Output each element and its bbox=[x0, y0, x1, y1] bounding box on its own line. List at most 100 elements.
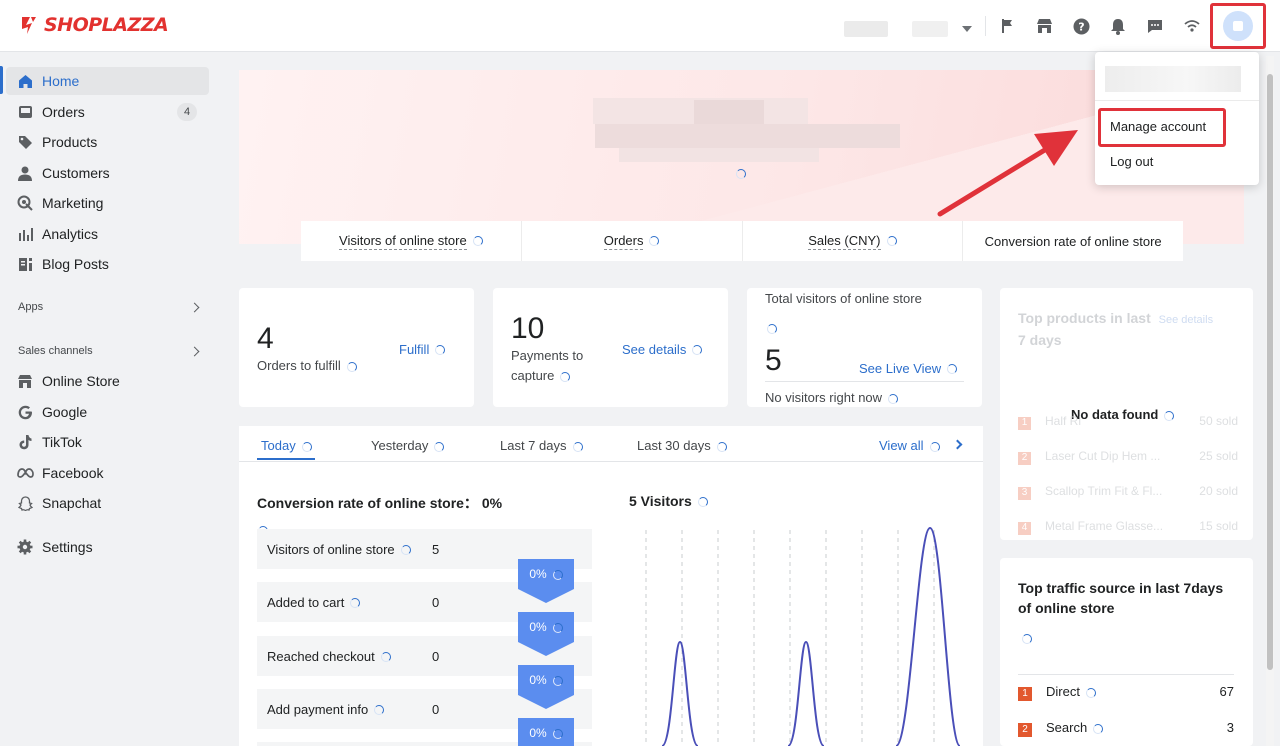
sidebar-item-tiktok[interactable]: TikTok bbox=[6, 428, 209, 456]
traffic-row-search: 2 Search 3 bbox=[1018, 720, 1234, 737]
sidebar-item-settings[interactable]: Settings bbox=[6, 533, 209, 561]
home-icon bbox=[16, 72, 34, 90]
stat-sales[interactable]: Sales (CNY) bbox=[743, 221, 964, 261]
tab-label: Today bbox=[261, 438, 296, 453]
store-selector[interactable] bbox=[824, 18, 972, 40]
product-sold: 50 sold bbox=[1199, 414, 1238, 428]
rank-badge: 2 bbox=[1018, 723, 1032, 737]
log-out-item[interactable]: Log out bbox=[1110, 154, 1153, 169]
loading-spinner bbox=[380, 652, 391, 663]
sidebar-item-label: Orders bbox=[42, 104, 85, 120]
fulfill-link[interactable]: Fulfill bbox=[399, 341, 446, 357]
loading-spinner bbox=[374, 705, 385, 716]
flag-icon[interactable] bbox=[996, 14, 1020, 38]
sidebar-item-label: Analytics bbox=[42, 226, 99, 242]
annotation-arrow-icon bbox=[937, 130, 1078, 217]
account-name-redacted bbox=[1105, 66, 1241, 92]
stat-visitors[interactable]: Visitors of online store bbox=[301, 221, 522, 261]
stat-orders[interactable]: Orders bbox=[522, 221, 743, 261]
sidebar-item-analytics[interactable]: Analytics bbox=[6, 220, 209, 248]
sidebar-item-orders[interactable]: Orders 4 bbox=[6, 98, 209, 126]
view-all-link[interactable]: View all bbox=[879, 438, 940, 453]
bell-icon[interactable] bbox=[1106, 14, 1130, 38]
product-sold: 25 sold bbox=[1199, 449, 1238, 463]
traffic-title-2: of online store bbox=[1018, 600, 1115, 616]
loading-spinner bbox=[929, 441, 940, 452]
sidebar-item-facebook[interactable]: Facebook bbox=[6, 459, 209, 487]
chevron-right-icon[interactable] bbox=[952, 439, 963, 450]
stat-label: Orders bbox=[603, 232, 644, 250]
see-details-label: See details bbox=[622, 342, 687, 357]
sidebar-item-label: Online Store bbox=[42, 373, 120, 389]
apps-section[interactable]: Apps bbox=[18, 301, 204, 313]
loading-spinner bbox=[434, 441, 445, 452]
funnel-rate-label: 0% bbox=[529, 726, 547, 740]
stat-conversion[interactable]: Conversion rate of online store bbox=[963, 221, 1183, 261]
tab-today[interactable]: Today bbox=[261, 438, 312, 453]
store-icon[interactable] bbox=[1032, 14, 1056, 38]
sidebar-item-marketing[interactable]: Marketing bbox=[6, 189, 209, 217]
traffic-source-name: Direct bbox=[1046, 684, 1080, 699]
active-indicator bbox=[0, 66, 3, 94]
funnel-rate-arrow: 0% bbox=[518, 665, 574, 709]
conversion-title: Conversion rate of online store： 0% bbox=[257, 495, 503, 511]
loading-spinner bbox=[947, 364, 958, 375]
banner-subtitle-redacted bbox=[595, 124, 900, 148]
tab-yesterday[interactable]: Yesterday bbox=[371, 438, 445, 453]
sidebar-item-label: Facebook bbox=[42, 465, 104, 481]
sidebar-item-online-store[interactable]: Online Store bbox=[6, 367, 209, 395]
help-icon[interactable]: ? bbox=[1069, 14, 1093, 38]
product-name: Scallop Trim Fit & Fl... bbox=[1045, 484, 1163, 498]
sidebar-item-customers[interactable]: Customers bbox=[6, 159, 209, 187]
marketing-icon bbox=[16, 194, 34, 212]
orders-to-fulfill-card: 4 Orders to fulfill Fulfill bbox=[239, 288, 474, 407]
sidebar-item-products[interactable]: Products bbox=[6, 128, 209, 156]
loading-spinner bbox=[552, 675, 563, 686]
funnel-rate-arrow: 0% bbox=[518, 559, 574, 603]
see-live-view-link[interactable]: See Live View bbox=[859, 360, 958, 376]
product-name: Laser Cut Dip Hem ... bbox=[1045, 449, 1161, 463]
funnel-row-value: 5 bbox=[432, 541, 440, 557]
divider bbox=[1095, 100, 1259, 101]
funnel-row-label: Visitors of online store bbox=[267, 541, 395, 557]
manage-account-highlight bbox=[1098, 108, 1226, 147]
traffic-source-name: Search bbox=[1046, 720, 1088, 735]
brand-name: SHOPLAZZA bbox=[44, 14, 169, 36]
rank-badge: 4 bbox=[1018, 522, 1031, 535]
funnel-rate-arrow: 0% bbox=[518, 612, 574, 656]
funnel-rate-arrow: 0% bbox=[518, 718, 574, 746]
svg-text:?: ? bbox=[1078, 20, 1084, 33]
sidebar-item-label: Blog Posts bbox=[42, 256, 109, 272]
loading-spinner bbox=[649, 236, 660, 246]
funnel-row-value: 0 bbox=[432, 701, 440, 717]
top-products-see-details[interactable]: See details bbox=[1159, 314, 1213, 326]
shoplazza-logo[interactable]: SHOPLAZZA bbox=[18, 14, 169, 36]
sales-channels-label: Sales channels bbox=[18, 345, 93, 357]
traffic-source-value: 3 bbox=[1226, 720, 1234, 735]
scrollbar-track[interactable] bbox=[1266, 56, 1274, 746]
loading-spinner bbox=[716, 441, 727, 452]
see-details-link[interactable]: See details bbox=[622, 341, 703, 357]
loading-spinner bbox=[692, 345, 703, 356]
visitors-title: Total visitors of online store bbox=[765, 291, 922, 306]
sidebar-item-google[interactable]: Google bbox=[6, 398, 209, 426]
sidebar-item-home[interactable]: Home bbox=[6, 67, 209, 95]
account-avatar-button[interactable] bbox=[1210, 3, 1266, 49]
sidebar-item-label: Snapchat bbox=[42, 495, 102, 511]
sidebar-item-snapchat[interactable]: Snapchat bbox=[6, 489, 209, 517]
sales-channels-section[interactable]: Sales channels bbox=[18, 345, 204, 357]
tab-last-30-days[interactable]: Last 30 days bbox=[637, 438, 727, 453]
sidebar-item-label: Marketing bbox=[42, 195, 104, 211]
scrollbar-thumb[interactable] bbox=[1267, 74, 1273, 670]
chat-icon[interactable] bbox=[1143, 14, 1167, 38]
visitors-line-peak bbox=[787, 640, 825, 746]
sidebar-item-label: Settings bbox=[42, 539, 93, 555]
divider bbox=[1018, 674, 1234, 675]
banner-title-redacted bbox=[694, 100, 764, 124]
visitors-line-peak bbox=[895, 526, 961, 746]
sidebar-item-blog-posts[interactable]: Blog Posts bbox=[6, 250, 209, 278]
loading-spinner bbox=[1016, 630, 1032, 646]
wifi-icon[interactable] bbox=[1180, 14, 1204, 38]
sidebar-item-label: Products bbox=[42, 134, 98, 150]
tab-last-7-days[interactable]: Last 7 days bbox=[500, 438, 583, 453]
